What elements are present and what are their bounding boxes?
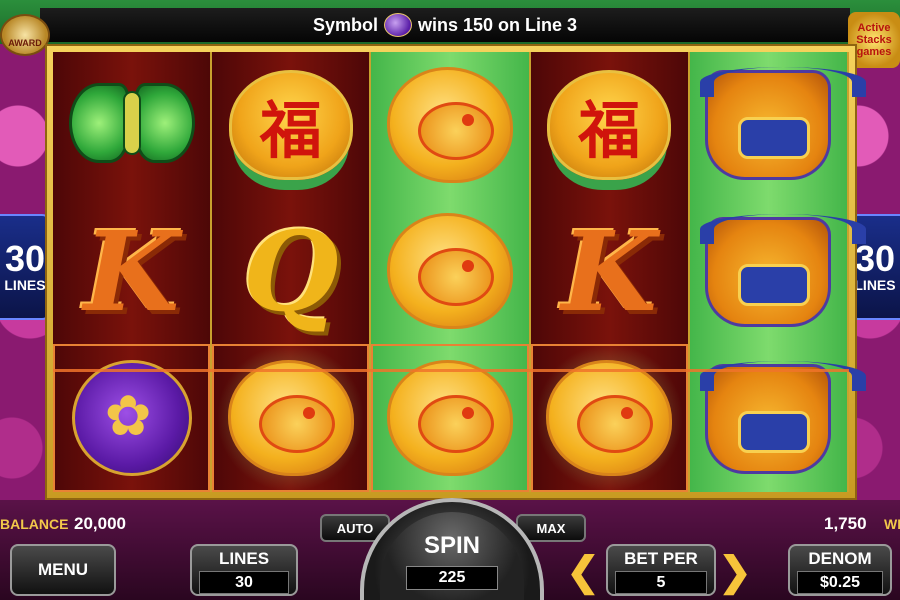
k-letter: K bbox=[561, 206, 657, 336]
win-message-suffix: wins 150 on Line 3 bbox=[417, 14, 578, 35]
ox-symbol bbox=[700, 359, 867, 479]
monkey-symbol bbox=[226, 358, 356, 478]
reel-1: K bbox=[53, 52, 213, 492]
fu-character: 福 bbox=[228, 70, 353, 180]
reel-3 bbox=[371, 52, 531, 492]
lines-badge-number: 30 bbox=[4, 238, 46, 279]
reel-cell bbox=[690, 345, 867, 492]
reel-cell bbox=[371, 198, 528, 344]
monkey-symbol bbox=[385, 65, 515, 185]
fu-symbol: 福 bbox=[226, 65, 356, 185]
spin-button-label: SPIN bbox=[423, 532, 480, 559]
ox-symbol bbox=[700, 212, 867, 332]
monkey-symbol bbox=[544, 358, 674, 478]
max-button-label: MAX bbox=[536, 520, 566, 536]
reel-cell bbox=[371, 52, 528, 198]
reel-cell-winning bbox=[212, 344, 370, 492]
balance-label: BALANCE bbox=[0, 516, 69, 532]
reel-frame: K 福 Q bbox=[45, 44, 867, 500]
balance-value: 20,000 bbox=[74, 514, 126, 533]
monkey-symbol bbox=[385, 211, 515, 331]
menu-button[interactable]: MENU bbox=[10, 544, 116, 596]
k-letter: K bbox=[83, 206, 180, 336]
lines-badge-number: 30 bbox=[854, 238, 896, 279]
fu-symbol: 福 bbox=[544, 65, 674, 185]
reel-cell bbox=[690, 52, 867, 199]
purple-pouch-symbol bbox=[67, 358, 197, 478]
game-logo-line3: games bbox=[856, 46, 892, 59]
fu-character: 福 bbox=[547, 70, 672, 180]
reel-5 bbox=[689, 52, 867, 492]
k-symbol: K bbox=[67, 207, 197, 336]
lines-badge-label: LINES bbox=[854, 277, 896, 293]
lines-badge-label: LINES bbox=[4, 277, 46, 293]
award-logo-text: AWARD bbox=[8, 38, 42, 48]
top-bar: Symbol wins 150 on Line 3 bbox=[0, 0, 900, 44]
bet-per-label: BET PER bbox=[624, 549, 698, 568]
denom-button[interactable]: DENOM $0.25 bbox=[788, 544, 892, 596]
lines-button[interactable]: LINES 30 bbox=[190, 544, 298, 596]
reel-4: 福 K bbox=[530, 52, 690, 492]
k-symbol: K bbox=[544, 207, 674, 336]
menu-button-label: MENU bbox=[37, 560, 89, 579]
reel-cell-winning bbox=[53, 344, 211, 492]
purple-pouch-icon bbox=[383, 13, 412, 37]
win-message-prefix: Symbol bbox=[312, 14, 378, 35]
reel-cell: K bbox=[531, 198, 688, 344]
game-logo-line1: Active bbox=[857, 21, 891, 34]
reel-cell bbox=[53, 52, 210, 198]
reel-cell-winning bbox=[530, 344, 688, 492]
q-letter: Q bbox=[242, 206, 339, 336]
award-logo: AWARD bbox=[0, 14, 50, 56]
reel-cell: Q bbox=[212, 198, 369, 344]
auto-button-label: AUTO bbox=[336, 520, 374, 536]
bet-per-value: 5 bbox=[615, 571, 707, 594]
total-bet-value: 225 bbox=[406, 566, 498, 590]
reel-cell-winning bbox=[371, 344, 529, 492]
q-symbol: Q bbox=[226, 207, 356, 336]
win-value: 1,750 bbox=[824, 514, 867, 533]
win-message-bar: Symbol wins 150 on Line 3 bbox=[40, 8, 850, 42]
reel-cell: 福 bbox=[531, 52, 688, 198]
reel-cell: K bbox=[53, 198, 210, 344]
bet-decrease-chevron-left-icon[interactable]: ❮ bbox=[566, 550, 600, 594]
reels: K 福 Q bbox=[53, 52, 867, 492]
ox-symbol bbox=[700, 65, 867, 185]
lines-button-label: LINES bbox=[218, 549, 270, 568]
reel-cell bbox=[690, 199, 867, 346]
bet-per-button[interactable]: BET PER 5 bbox=[606, 544, 716, 596]
monkey-symbol bbox=[385, 358, 515, 478]
lines-value: 30 bbox=[199, 571, 289, 594]
win-label: WIN bbox=[884, 516, 900, 532]
win-line-3 bbox=[53, 368, 849, 372]
reel-2: 福 Q bbox=[212, 52, 372, 492]
denom-label: DENOM bbox=[808, 549, 872, 568]
butterfly-symbol bbox=[67, 65, 197, 185]
game-logo-line2: Stacks bbox=[856, 33, 892, 46]
bet-increase-chevron-right-icon[interactable]: ❯ bbox=[718, 550, 752, 594]
denom-value: $0.25 bbox=[797, 571, 883, 594]
reel-cell: 福 bbox=[212, 52, 369, 198]
